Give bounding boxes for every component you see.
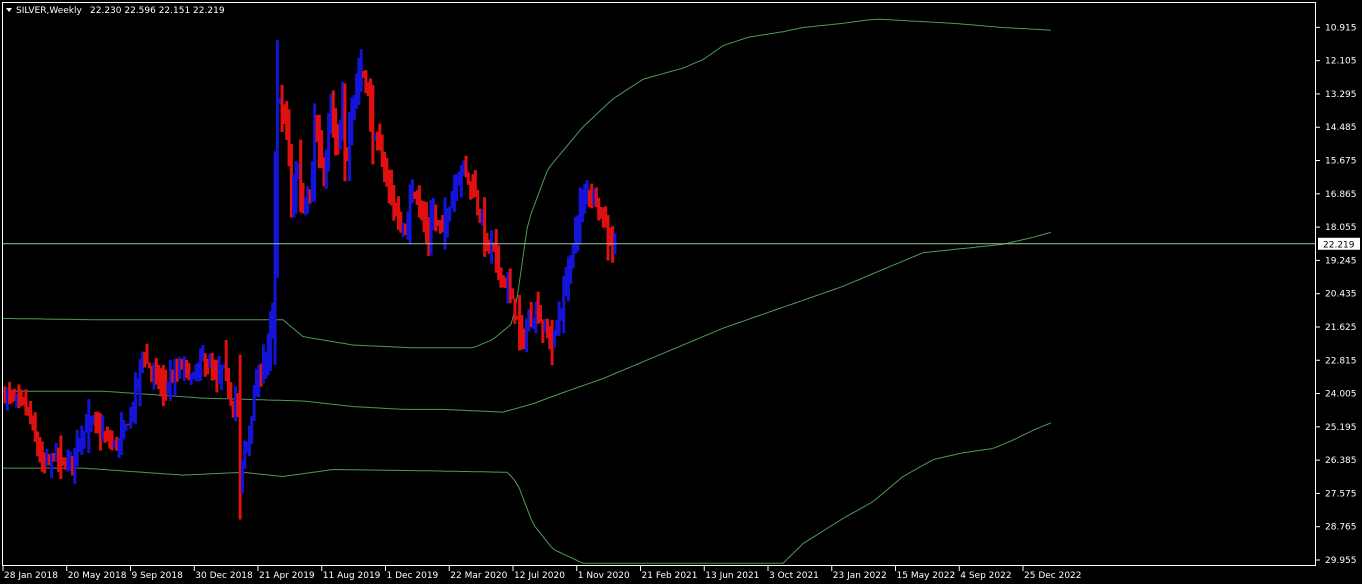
y-tick-label: 14.485 (1325, 123, 1357, 133)
x-tick-label: 1 Nov 2020 (578, 571, 630, 581)
y-tick-label: 10.915 (1325, 23, 1357, 33)
x-tick-label: 13 Jun 2021 (705, 571, 759, 581)
y-tick-label: 19.245 (1325, 256, 1357, 266)
y-tick-label: 27.575 (1325, 489, 1357, 499)
y-tick-label: 18.055 (1325, 223, 1357, 233)
x-tick-label: 25 Dec 2022 (1024, 571, 1082, 581)
x-tick-label: 22 Mar 2020 (450, 571, 507, 581)
x-tick-label: 3 Oct 2021 (769, 571, 819, 581)
y-tick-label: 22.815 (1325, 356, 1357, 366)
y-tick-label: 16.865 (1325, 190, 1357, 200)
x-tick-label: 4 Sep 2022 (960, 571, 1011, 581)
symbol-title: SILVER,Weekly (16, 6, 83, 16)
y-tick-label: 29.955 (1325, 556, 1357, 566)
x-tick-label: 20 May 2018 (68, 571, 127, 581)
x-tick-label: 12 Jul 2020 (514, 571, 565, 581)
x-tick-label: 15 May 2022 (897, 571, 956, 581)
x-tick-label: 30 Dec 2018 (195, 571, 253, 581)
y-tick-label: 15.675 (1325, 157, 1357, 167)
y-tick-label: 13.295 (1325, 90, 1357, 100)
current-price-label: 22.219 (1318, 237, 1360, 250)
ohlc-readout: 22.230 22.596 22.151 22.219 (90, 6, 225, 16)
y-tick-label: 25.195 (1325, 423, 1357, 433)
x-tick-label: 23 Jan 2022 (833, 571, 887, 581)
y-tick-label: 24.005 (1325, 390, 1357, 400)
y-tick-label: 26.385 (1325, 456, 1357, 466)
x-tick-label: 28 Jan 2018 (4, 571, 58, 581)
current-price-label-text: 22.219 (1323, 240, 1355, 250)
y-tick-label: 20.435 (1325, 290, 1357, 300)
x-tick-label: 11 Aug 2019 (323, 571, 381, 581)
chart-background (0, 0, 1362, 584)
y-tick-label: 28.765 (1325, 523, 1357, 533)
price-chart[interactable]: 29.955 28.765 27.575 26.385 25.195 24.005 22.8… (0, 0, 1362, 584)
x-tick-label: 9 Sep 2018 (132, 571, 184, 581)
y-tick-label: 12.105 (1325, 57, 1357, 67)
x-tick-label: 1 Dec 2019 (387, 571, 439, 581)
y-tick-label: 21.625 (1325, 323, 1357, 333)
x-tick-label: 21 Feb 2021 (642, 571, 698, 581)
x-tick-label: 21 Apr 2019 (259, 571, 315, 581)
